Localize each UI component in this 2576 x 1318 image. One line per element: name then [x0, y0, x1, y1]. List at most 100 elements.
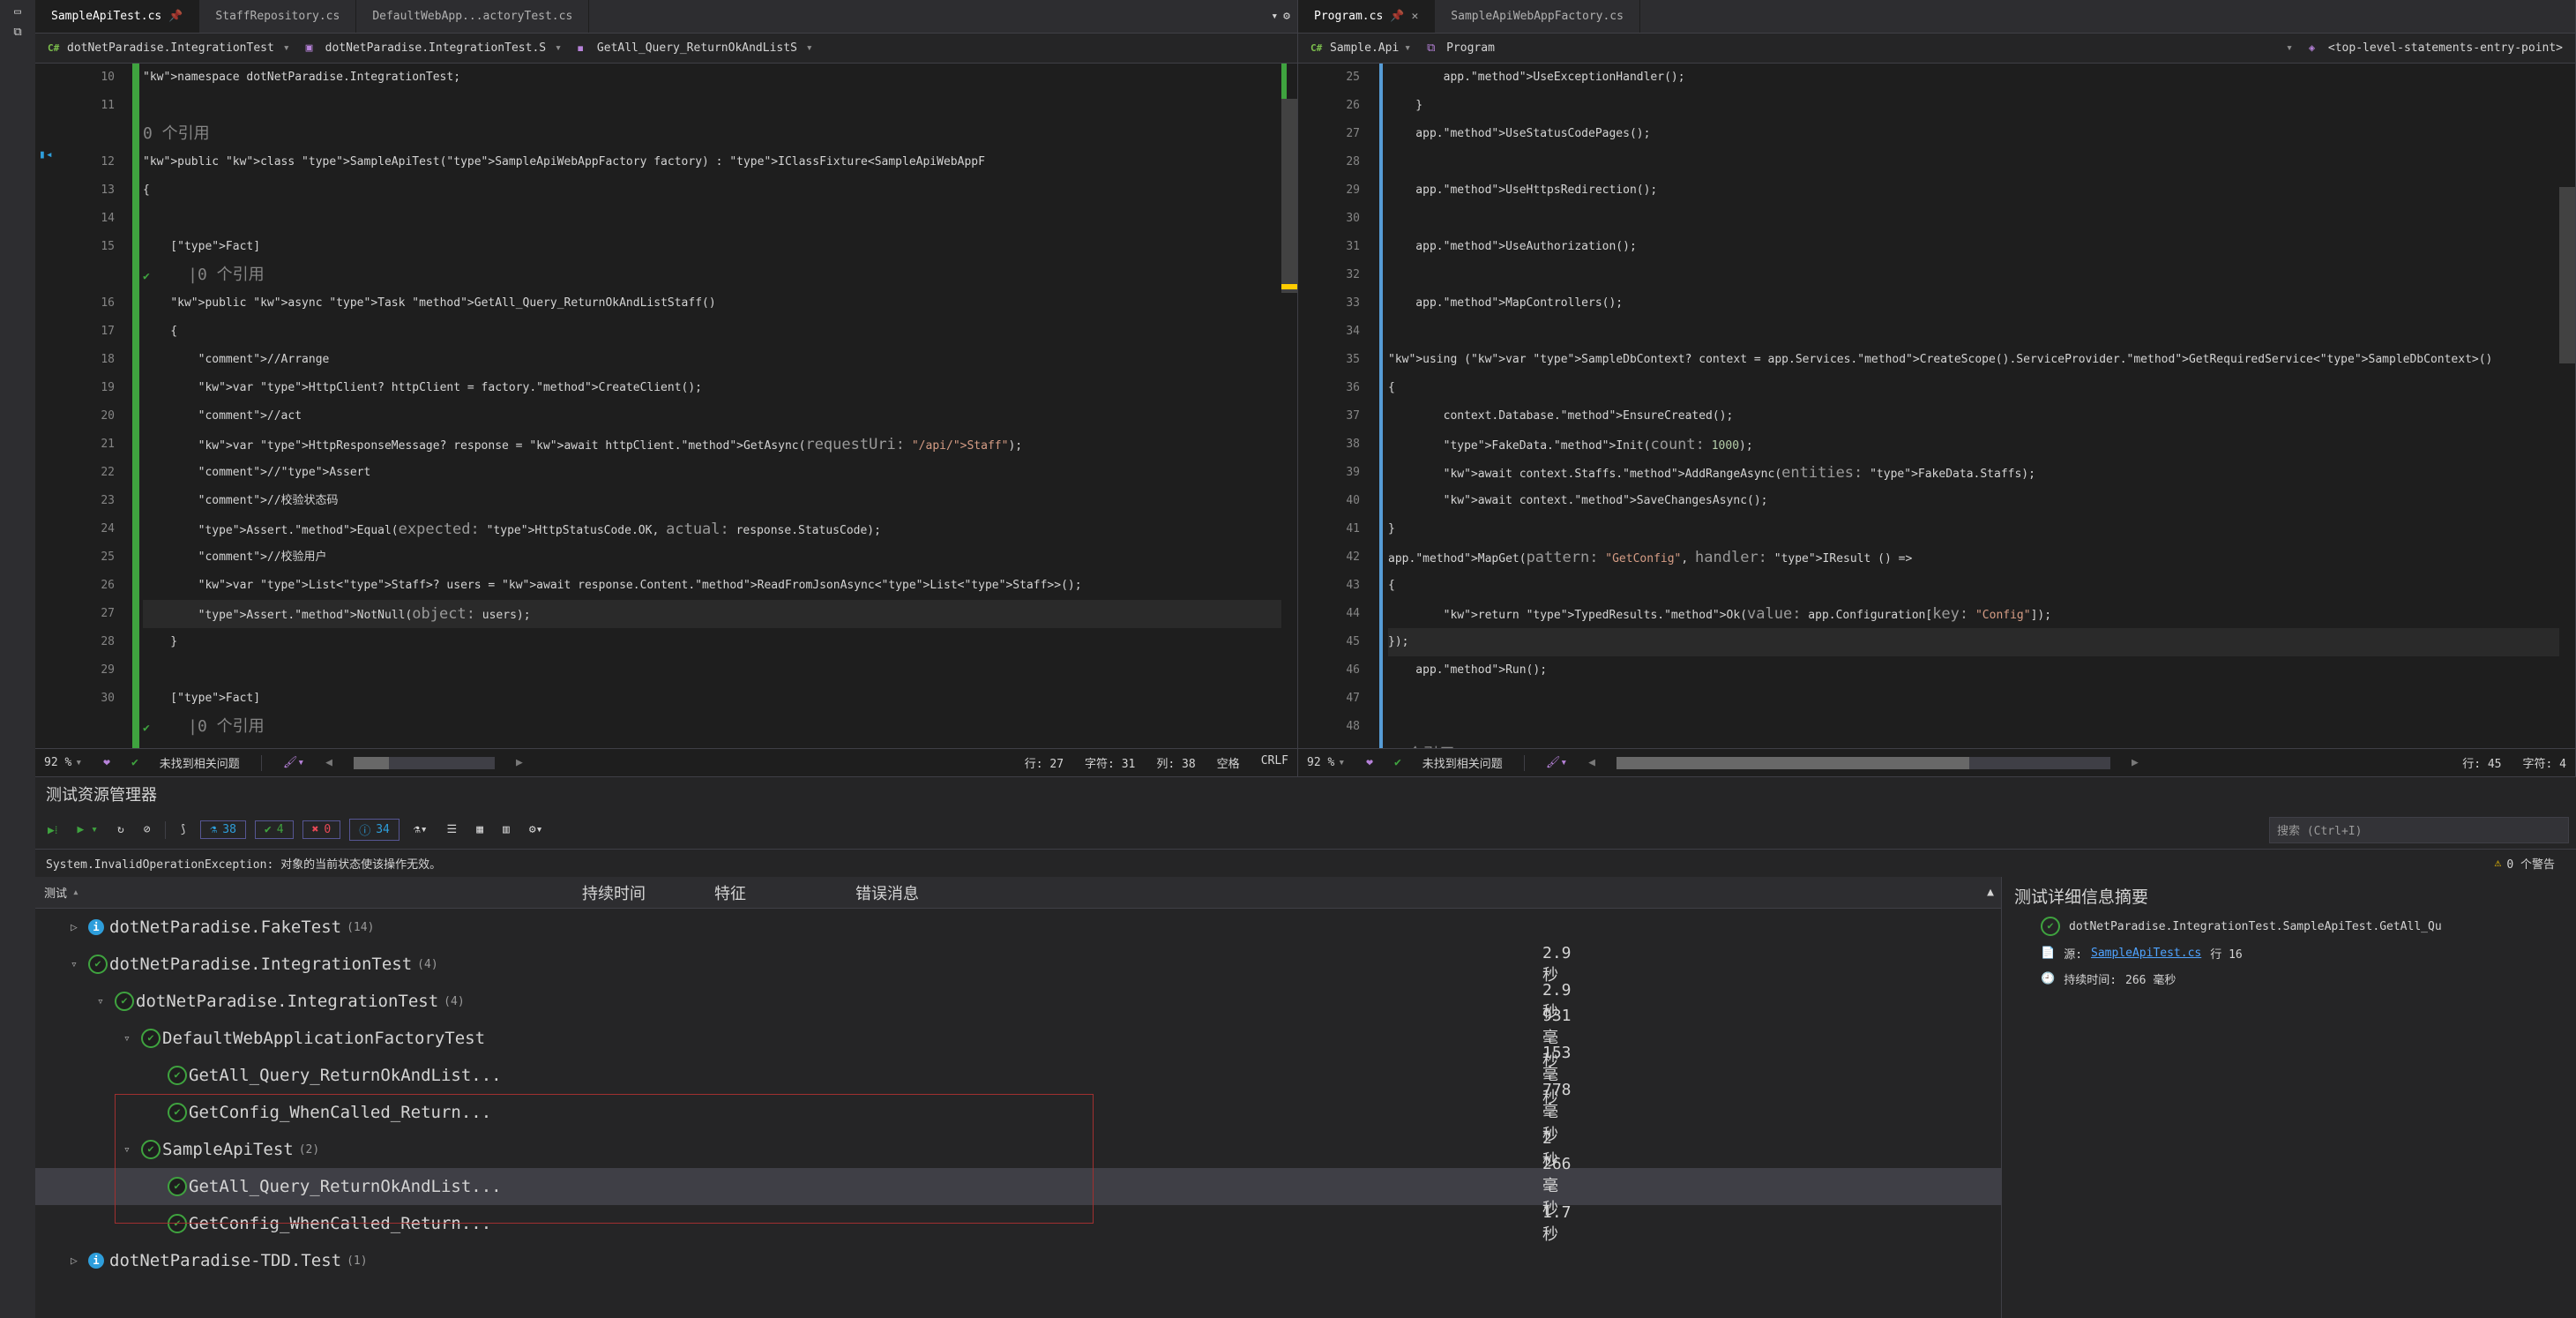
line-indicator[interactable]: 行: 27 [1025, 754, 1064, 771]
nav-method[interactable]: GetAll_Query_ReturnOkAndListS ▾ [572, 41, 818, 56]
scrollbar-right[interactable] [2559, 64, 2575, 748]
health-icon[interactable]: ❤ [103, 756, 110, 769]
tab-sampleapitest[interactable]: SampleApiTest.cs 📌 [35, 0, 199, 33]
left-tool-strip: ▭ ⧉ [0, 0, 35, 1318]
layout-button-3[interactable]: ▥ [497, 820, 515, 840]
eol-indicator[interactable]: CRLF [1261, 754, 1288, 771]
tab-program[interactable]: Program.cs 📌 ✕ [1298, 0, 1435, 33]
nav-method-label: GetAll_Query_ReturnOkAndListS [597, 41, 797, 55]
scrollbar-left[interactable] [1281, 64, 1297, 748]
scroll-up-icon[interactable]: ▲ [1980, 886, 2001, 899]
layout-button-1[interactable]: ☰ [442, 820, 463, 840]
code-editor-left[interactable]: ▮◂ 1011121314151617181920212223242526272… [35, 64, 1297, 748]
tab-staffrepository[interactable]: StaffRepository.cs [199, 0, 356, 33]
test-row[interactable]: ▷dotNetParadise-TDD.Test(1) [35, 1242, 2001, 1279]
warning-icon: ⚠ [2495, 857, 2502, 870]
code-editor-right[interactable]: 2526272829303132333435363738394041424344… [1298, 64, 2575, 748]
detail-test-name: dotNetParadise.IntegrationTest.SampleApi… [2069, 920, 2442, 933]
test-tree[interactable]: ▷dotNetParadise.FakeTest(14)▿dotNetParad… [35, 909, 2001, 1318]
zoom-level[interactable]: 92 % [1307, 756, 1345, 769]
line-indicator[interactable]: 行: 45 [2462, 754, 2501, 771]
tab-overflow-icon[interactable]: ▾ [1271, 10, 1278, 23]
nav-next-icon[interactable]: ▶ [2132, 756, 2139, 769]
clock-icon: 🕘 [2041, 972, 2055, 985]
tab-defaultwebapp[interactable]: DefaultWebApp...actoryTest.cs [356, 0, 589, 33]
duration-label: 持续时间: [2064, 970, 2117, 987]
repeat-button[interactable]: ↻ [112, 820, 130, 840]
test-columns-header: 测试 ▴ 持续时间 特征 错误消息 ▲ [35, 877, 2001, 909]
pin-icon[interactable]: 📌 [168, 10, 183, 23]
ok-icon: ✔ [1394, 756, 1401, 769]
chevron-down-icon: ▾ [806, 41, 813, 55]
nav-class[interactable]: Program ▾ [1422, 41, 2298, 56]
source-line: 行 16 [2210, 945, 2242, 962]
nav-project-label: dotNetParadise.IntegrationTest [67, 41, 274, 55]
csharp-icon [1310, 41, 1325, 56]
settings-button[interactable]: ⚙▾ [524, 820, 549, 840]
test-count-fail[interactable]: ✖ 0 [302, 820, 341, 839]
nav-class[interactable]: dotNetParadise.IntegrationTest.S ▾ [301, 41, 567, 56]
flask-dropdown-button[interactable]: ⚗▾ [408, 820, 433, 840]
source-icon: 📄 [2041, 947, 2055, 960]
issues-label: 未找到相关问题 [1422, 754, 1503, 771]
code-left[interactable]: "kw">namespace dotNetParadise.Integratio… [139, 64, 1297, 748]
source-link[interactable]: SampleApiTest.cs [2091, 947, 2201, 960]
warnings-indicator[interactable]: ⚠ 0 个警告 [2484, 855, 2565, 872]
tool-icon-1[interactable]: ▭ [14, 5, 21, 19]
test-detail-pane: 测试详细信息摘要 dotNetParadise.IntegrationTest.… [2002, 877, 2576, 1318]
editor-pane-right: Program.cs 📌 ✕ SampleApiWebAppFactory.cs… [1298, 0, 2576, 776]
cancel-button[interactable]: ⊘ [138, 820, 156, 840]
char-indicator[interactable]: 字符: 31 [1085, 754, 1135, 771]
reference-icon[interactable]: ▮◂ [39, 148, 53, 161]
tab-settings-icon[interactable]: ⚙ [1283, 10, 1290, 23]
test-count-pass[interactable]: ✔ 4 [255, 820, 294, 839]
health-icon[interactable]: ❤ [1366, 756, 1373, 769]
tab-label: Program.cs [1314, 10, 1383, 23]
nav-method[interactable]: <top-level-statements-entry-point> [2303, 41, 2568, 56]
brush-icon[interactable]: 🖌▾ [283, 756, 304, 769]
close-icon[interactable]: ✕ [1411, 10, 1418, 23]
col-duration[interactable]: 持续时间 [573, 881, 706, 904]
layout-button-2[interactable]: ▦ [471, 820, 489, 840]
col-error[interactable]: 错误消息 [847, 881, 1980, 904]
nav-prev-icon[interactable]: ◀ [1588, 756, 1595, 769]
brush-icon[interactable]: 🖌▾ [1546, 756, 1567, 769]
nav-project[interactable]: Sample.Api ▾ [1305, 41, 1416, 56]
nav-project-label: Sample.Api [1330, 41, 1399, 55]
run-all-button[interactable]: ▶⁞ [42, 820, 63, 841]
h-scrollbar-right[interactable] [1617, 757, 2110, 769]
run-button[interactable]: ▶ ▾ [71, 820, 102, 840]
indent-indicator[interactable]: 空格 [1217, 754, 1240, 771]
class-icon [1427, 41, 1441, 56]
chevron-down-icon: ▾ [1404, 41, 1411, 55]
nav-prev-icon[interactable]: ◀ [325, 756, 332, 769]
tool-icon-2[interactable]: ⧉ [13, 26, 21, 39]
pin-icon[interactable]: 📌 [1390, 10, 1404, 23]
search-input[interactable]: 搜索 (Ctrl+I) [2269, 817, 2569, 843]
h-scrollbar-left[interactable] [354, 757, 495, 769]
tabs-left: SampleApiTest.cs 📌 StaffRepository.cs De… [35, 0, 1297, 34]
test-toolbar: ▶⁞ ▶ ▾ ↻ ⊘ ⟆ ⚗ 38 ✔ 4 ✖ 0 ⓘ 34 ⚗▾ ☰ ▦ ▥ … [35, 811, 2576, 850]
filter-button[interactable]: ⟆ [175, 820, 192, 840]
char-indicator[interactable]: 字符: 4 [2523, 754, 2566, 771]
test-row[interactable]: ▿dotNetParadise.IntegrationTest(4)2.9 秒 [35, 946, 2001, 983]
test-row[interactable]: GetConfig_WhenCalled_Return...778 毫秒 [35, 1094, 2001, 1131]
test-row[interactable]: ▷dotNetParadise.FakeTest(14) [35, 909, 2001, 946]
test-count-total[interactable]: ⚗ 38 [200, 820, 245, 839]
class-icon [306, 41, 320, 56]
test-count-info[interactable]: ⓘ 34 [349, 819, 399, 841]
tab-label: DefaultWebApp...actoryTest.cs [372, 10, 572, 23]
col-test[interactable]: 测试 ▴ [35, 884, 573, 901]
col-trait[interactable]: 特征 [706, 881, 847, 904]
test-row[interactable]: GetAll_Query_ReturnOkAndList...266 毫秒 [35, 1168, 2001, 1205]
tab-sampleapiwebappfactory[interactable]: SampleApiWebAppFactory.cs [1435, 0, 1640, 33]
code-right[interactable]: app."method">UseExceptionHandler(); } ap… [1385, 64, 2575, 748]
nav-project[interactable]: dotNetParadise.IntegrationTest ▾ [42, 41, 295, 56]
col-indicator[interactable]: 列: 38 [1156, 754, 1195, 771]
method-icon [578, 41, 592, 56]
zoom-level[interactable]: 92 % [44, 756, 82, 769]
nav-next-icon[interactable]: ▶ [516, 756, 523, 769]
test-row[interactable]: GetConfig_WhenCalled_Return...1.7 秒 [35, 1205, 2001, 1242]
tab-label: SampleApiTest.cs [51, 10, 161, 23]
search-placeholder: 搜索 (Ctrl+I) [2277, 821, 2362, 838]
